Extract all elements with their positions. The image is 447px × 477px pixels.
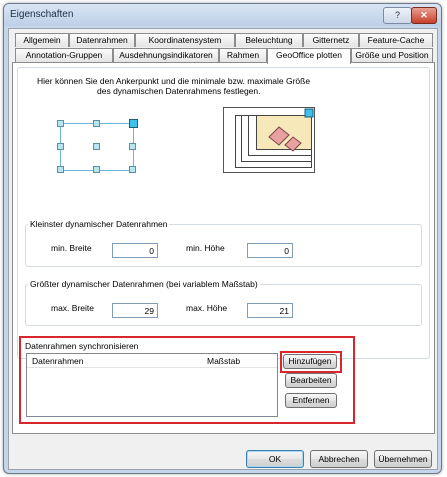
max-height-input[interactable]: 21 [247, 303, 293, 318]
max-group-title: Größter dynamischer Datenrahmen (bei var… [28, 279, 260, 289]
anchor-top-center[interactable] [93, 120, 100, 127]
tab-allgemein[interactable]: Allgemein [15, 33, 69, 47]
dialog-window: Eigenschaften ? ✕ Allgemein Datenrahmen … [3, 3, 442, 474]
anchor-bottom-left[interactable] [57, 166, 64, 173]
tab-annotation-gruppen[interactable]: Annotation-Gruppen [15, 48, 113, 62]
anchor-center[interactable] [93, 143, 100, 150]
remove-button[interactable]: Entfernen [285, 393, 337, 408]
sync-group-title: Datenrahmen synchronisieren [25, 341, 139, 351]
min-width-input[interactable]: 0 [112, 243, 158, 258]
apply-button[interactable]: Übernehmen [374, 450, 432, 468]
anchor-middle-left[interactable] [57, 143, 64, 150]
add-button[interactable]: Hinzufügen [283, 354, 337, 369]
frame-preview-icon [223, 107, 315, 173]
max-width-label: max. Breite [51, 303, 94, 313]
anchor-bottom-right[interactable] [129, 166, 136, 173]
tab-rahmen[interactable]: Rahmen [219, 48, 267, 62]
sync-list-header: Datenrahmen Maßstab [27, 354, 277, 368]
ok-button[interactable]: OK [246, 450, 304, 468]
help-button[interactable]: ? [383, 7, 412, 24]
close-button[interactable]: ✕ [411, 7, 437, 24]
tab-groesse-und-position[interactable]: Größe und Position [351, 48, 433, 62]
max-height-label: max. Höhe [186, 303, 228, 313]
min-height-input[interactable]: 0 [247, 243, 293, 258]
sync-list[interactable]: Datenrahmen Maßstab [26, 353, 278, 417]
window-title: Eigenschaften [10, 9, 74, 20]
tab-datenrahmen[interactable]: Datenrahmen [69, 33, 135, 47]
tab-gitternetz[interactable]: Gitternetz [303, 33, 359, 47]
edit-button[interactable]: Bearbeiten [285, 373, 337, 388]
dialog-client: Allgemein Datenrahmen Koordinatensystem … [8, 28, 438, 470]
column-datenrahmen[interactable]: Datenrahmen [32, 356, 84, 366]
column-massstab[interactable]: Maßstab [207, 356, 240, 366]
tab-ausdehnungsindikatoren[interactable]: Ausdehnungsindikatoren [113, 48, 219, 62]
min-height-label: min. Höhe [186, 243, 225, 253]
tab-geooffice-plotten[interactable]: GeoOffice plotten [267, 48, 351, 64]
min-group-title: Kleinster dynamischer Datenrahmen [28, 219, 170, 229]
description-line2: des dynamischen Datenrahmens festlegen. [97, 86, 261, 96]
anchor-middle-right[interactable] [129, 143, 136, 150]
tab-koordinatensystem[interactable]: Koordinatensystem [135, 33, 235, 47]
tab-page: Hier können Sie den Ankerpunkt und die m… [12, 62, 435, 434]
max-width-input[interactable]: 29 [112, 303, 158, 318]
anchor-top-left[interactable] [57, 120, 64, 127]
anchor-top-right-selected[interactable] [129, 119, 138, 128]
anchor-grid-icon [52, 115, 142, 181]
tab-feature-cache[interactable]: Feature-Cache [359, 33, 433, 47]
title-bar[interactable]: Eigenschaften ? ✕ [4, 4, 441, 26]
anchor-bottom-center[interactable] [93, 166, 100, 173]
tab-beleuchtung[interactable]: Beleuchtung [235, 33, 303, 47]
description-line1: Hier können Sie den Ankerpunkt und die m… [37, 76, 311, 86]
cancel-button[interactable]: Abbrechen [310, 450, 368, 468]
min-width-label: min. Breite [51, 243, 92, 253]
